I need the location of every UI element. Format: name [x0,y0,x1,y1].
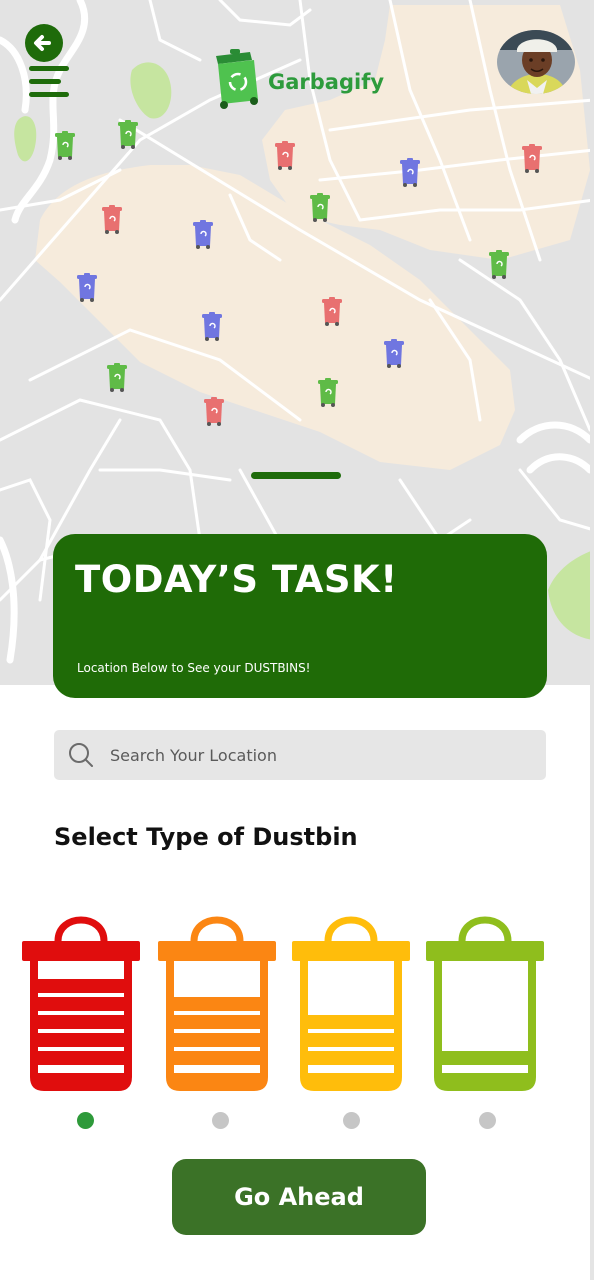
dustbin-icon [158,916,276,1091]
menu-bar [29,66,69,71]
fill-bar [38,979,124,993]
trash-bin-icon[interactable] [400,158,420,187]
task-subtitle: Location Below to See your DUSTBINS! [77,661,311,675]
user-avatar[interactable] [497,30,575,94]
user-photo [497,30,575,94]
hamburger-menu-button[interactable] [29,66,69,98]
trash-bin-icon[interactable] [193,220,213,249]
brand-name: Garbagify [268,70,385,94]
scrollbar[interactable] [590,0,594,1280]
dustbin-orange-option[interactable] [156,915,278,1095]
menu-bar [29,79,61,84]
dustbin-icon [426,916,544,1091]
trash-bin-icon[interactable] [102,205,122,234]
menu-bar [29,92,69,97]
arrow-left-icon [25,24,63,62]
back-button[interactable] [25,24,63,62]
search-icon [69,743,93,767]
trash-bin-icon[interactable] [522,144,542,173]
trash-bin-icon[interactable] [310,193,330,222]
fill-bar [308,1051,394,1065]
location-search-bar[interactable] [54,730,546,780]
brand-logo: Garbagify [210,48,384,110]
fill-bar [442,1051,528,1065]
trash-bin-icon[interactable] [55,131,75,160]
fill-bar [308,1015,394,1029]
dustbin-red-option[interactable] [20,915,142,1095]
dustbin-yellow-option[interactable] [290,915,412,1095]
fill-bar [174,1051,260,1065]
trash-bin-icon[interactable] [77,273,97,302]
fill-bar [38,1033,124,1047]
fill-bar [38,1051,124,1065]
trash-bin-icon[interactable] [204,397,224,426]
trash-bin-icon[interactable] [118,120,138,149]
fill-bar [174,1015,260,1029]
page-indicator-dot[interactable] [77,1112,94,1129]
search-input[interactable] [108,744,512,766]
trash-bin-icon[interactable] [318,378,338,407]
section-title: Select Type of Dustbin [54,823,358,851]
fill-bar [174,997,260,1011]
fill-bar [308,1033,394,1047]
page-indicator-dot[interactable] [479,1112,496,1129]
dustbin-icon [292,916,410,1091]
page-indicator-dot[interactable] [343,1112,360,1129]
fill-bar [38,1015,124,1029]
trash-bin-icon[interactable] [275,141,295,170]
recycle-bin-icon [216,49,258,109]
page-indicator-dot[interactable] [212,1112,229,1129]
go-ahead-button[interactable]: Go Ahead [172,1159,426,1235]
todays-task-card: TODAY’S TASK! Location Below to See your… [53,534,547,698]
trash-bin-icon[interactable] [489,250,509,279]
trash-bin-icon[interactable] [384,339,404,368]
trash-bin-icon[interactable] [322,297,342,326]
dustbin-icon [22,916,140,1091]
sheet-drag-handle[interactable] [251,472,341,479]
task-title: TODAY’S TASK! [75,558,398,601]
fill-bar [174,1033,260,1047]
fill-bar [38,997,124,1011]
dustbin-green-option[interactable] [424,915,546,1095]
trash-bin-icon[interactable] [107,363,127,392]
trash-bin-icon[interactable] [202,312,222,341]
